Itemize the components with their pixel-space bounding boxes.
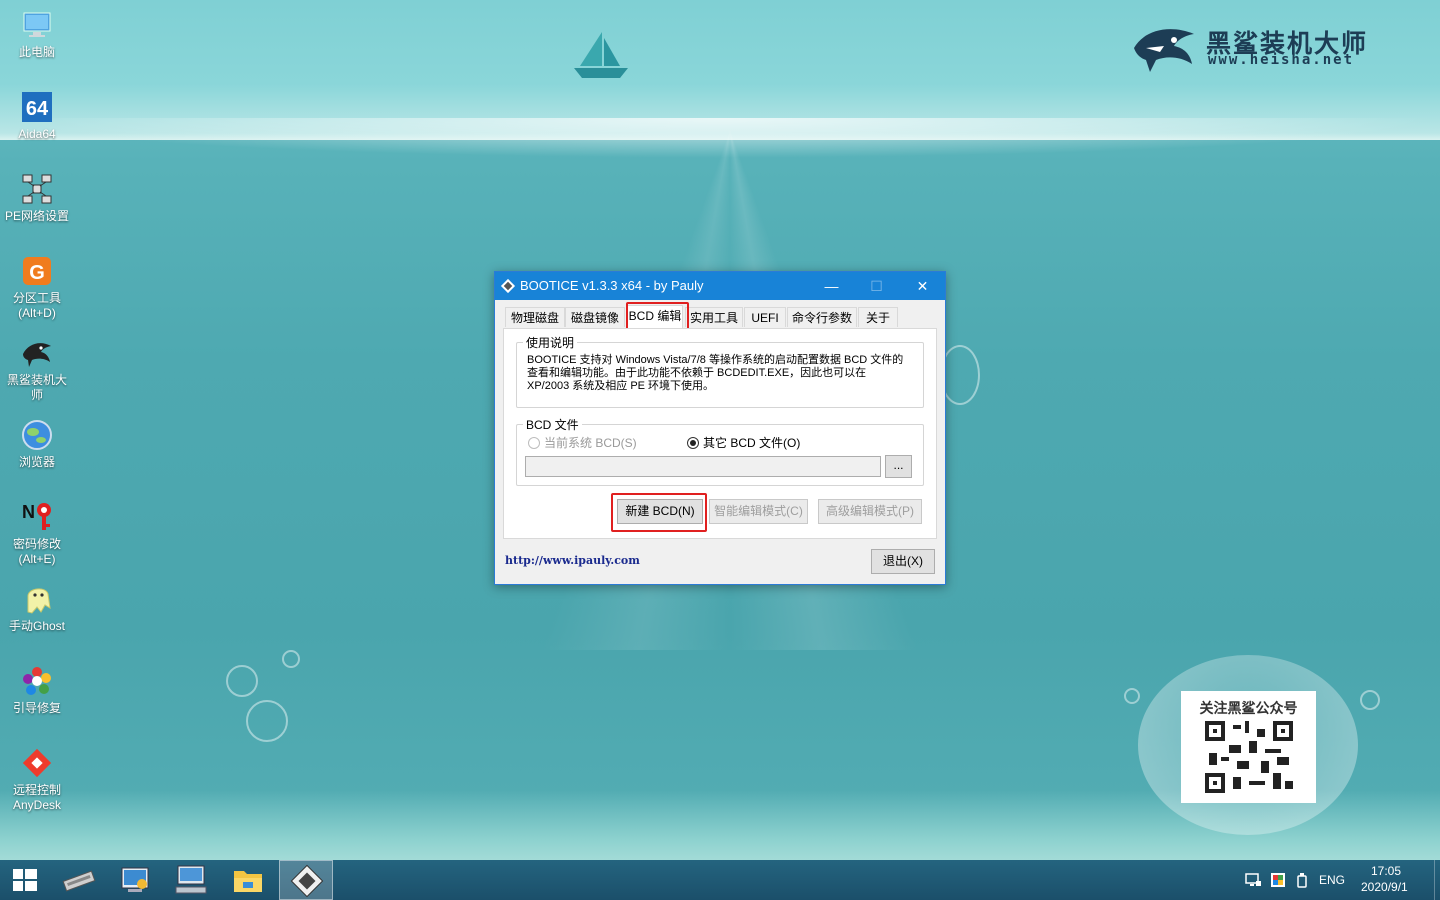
bubble-decoration (246, 700, 288, 742)
taskbar: ENG 17:05 2020/9/1 (0, 860, 1440, 900)
new-bcd-highlight-box (611, 493, 707, 532)
browser-icon (20, 418, 54, 452)
bcd-file-group: BCD 文件 当前系统 BCD(S) 其它 BCD 文件(O) ... (516, 416, 924, 486)
desktop-icon-label: 黑鲨装机大 师 (6, 373, 67, 402)
anydesk-icon (20, 746, 54, 780)
start-button[interactable] (0, 860, 54, 900)
desktop-icon-label: 分区工具 (Alt+D) (12, 291, 61, 320)
desktop-icon-this-pc[interactable]: 此电脑 (0, 8, 74, 60)
desktop-icon-pe-network[interactable]: PE网络设置 (0, 172, 74, 224)
minimize-button[interactable]: — (809, 272, 854, 300)
radio-label: 其它 BCD 文件(O) (703, 436, 801, 450)
bcd-file-path-input[interactable] (525, 456, 881, 477)
language-indicator[interactable]: ENG (1319, 873, 1345, 887)
usage-group-title: 使用说明 (523, 334, 578, 351)
clock-time[interactable]: 17:05 (1371, 864, 1401, 878)
smart-edit-mode-button[interactable]: 智能编辑模式(C) (709, 499, 808, 524)
desktop-icon-heisha[interactable]: 黑鲨装机大 师 (0, 336, 74, 403)
desktop-icon-boot-repair[interactable]: 引导修复 (0, 664, 74, 716)
heisha-logo: 黑鲨装机大师 www.heisha.net (1130, 20, 1400, 80)
file-explorer-icon (234, 871, 262, 892)
desktop-icon-label: 此电脑 (18, 45, 55, 59)
bubble-decoration (282, 650, 300, 668)
desktop-icon-aida64[interactable]: 64 Aida64 (0, 90, 74, 142)
bubble-decoration (1124, 688, 1140, 704)
tab-physical-disk[interactable]: 物理磁盘 (505, 307, 565, 327)
bubble-decoration (1360, 690, 1380, 710)
tab-utilities[interactable]: 实用工具 (685, 307, 743, 327)
browse-button[interactable]: ... (885, 455, 912, 478)
remote-desktop-icon (175, 865, 207, 894)
network-icon (20, 172, 54, 206)
radio-dot (528, 437, 540, 449)
taskbar-remote-desktop[interactable] (164, 860, 218, 900)
qr-code-image (1205, 721, 1293, 793)
desktop-icon-browser[interactable]: 浏览器 (0, 418, 74, 470)
brand-url: www.heisha.net (1208, 52, 1355, 68)
taskbar-control-panel[interactable] (108, 860, 162, 900)
bcd-edit-panel: 使用说明 BOOTICE 支持对 Windows Vista/7/8 等操作系统… (503, 328, 937, 539)
desktop-icon-label: PE网络设置 (4, 209, 69, 223)
desktop-icon-label: 浏览器 (18, 455, 55, 469)
desktop-icon-label: 手动Ghost (8, 619, 66, 633)
tab-about[interactable]: 关于 (858, 307, 898, 327)
desktop-icon-label: Aida64 (18, 127, 56, 141)
exit-button[interactable]: 退出(X) (871, 549, 935, 574)
usage-group: 使用说明 BOOTICE 支持对 Windows Vista/7/8 等操作系统… (516, 334, 924, 408)
svg-text:64: 64 (26, 98, 49, 120)
desktop-icon-label: 引导修复 (12, 701, 61, 715)
svg-text:G: G (29, 262, 45, 284)
bootice-app-icon (500, 278, 516, 294)
bootice-window: BOOTICE v1.3.3 x64 - by Pauly — ☐ ✕ 物理磁盘… (494, 271, 946, 585)
qr-card: 关注黑鲨公众号 (1181, 691, 1316, 803)
bcd-file-group-title: BCD 文件 (523, 416, 582, 433)
show-desktop-button[interactable] (1434, 860, 1440, 900)
boot-repair-icon (20, 664, 54, 698)
tab-uefi[interactable]: UEFI (744, 307, 786, 327)
network-tray-icon[interactable] (1244, 872, 1262, 888)
qr-title: 关注黑鲨公众号 (1199, 700, 1298, 716)
clock-date[interactable]: 2020/9/1 (1361, 880, 1408, 894)
desktop-icon-anydesk[interactable]: 远程控制 AnyDesk (0, 746, 74, 813)
sailboat-icon (574, 32, 628, 78)
aida64-icon: 64 (20, 90, 54, 124)
desktop-icon-password[interactable]: N 密码修改 (Alt+E) (0, 500, 74, 567)
ipauly-link[interactable]: http://www.ipauly.com (505, 554, 640, 567)
tab-command-line[interactable]: 命令行参数 (787, 307, 857, 327)
taskbar-disk-tool[interactable] (52, 860, 106, 900)
partition-tool-icon: G (20, 254, 54, 288)
window-title: BOOTICE v1.3.3 x64 - by Pauly (520, 278, 704, 293)
bootice-icon (290, 864, 324, 898)
control-panel-icon (121, 867, 149, 892)
radio-label: 当前系统 BCD(S) (544, 436, 637, 450)
taskbar-file-explorer[interactable] (221, 860, 275, 900)
close-button[interactable]: ✕ (900, 272, 945, 300)
shark-logo-icon (1134, 29, 1194, 72)
desktop-icon-label: 密码修改 (Alt+E) (12, 537, 61, 566)
advanced-edit-mode-button[interactable]: 高级编辑模式(P) (818, 499, 922, 524)
password-icon: N (20, 500, 54, 534)
ghost-icon (20, 582, 54, 616)
desktop-icon-label: 远程控制 AnyDesk (12, 783, 62, 812)
maximize-button[interactable]: ☐ (854, 272, 899, 300)
desktop-icon-partition-tool[interactable]: G 分区工具 (Alt+D) (0, 254, 74, 321)
usb-tray-icon[interactable] (1296, 872, 1308, 888)
disk-tool-icon (62, 870, 96, 892)
desktop-icon-ghost[interactable]: 手动Ghost (0, 582, 74, 634)
color-tray-icon[interactable] (1270, 872, 1286, 888)
radio-other-bcd-file[interactable]: 其它 BCD 文件(O) (687, 435, 800, 451)
heisha-icon (20, 336, 54, 370)
taskbar-bootice[interactable] (279, 860, 333, 900)
radio-current-system-bcd[interactable]: 当前系统 BCD(S) (528, 435, 637, 451)
svg-text:N: N (22, 502, 35, 522)
usage-description: BOOTICE 支持对 Windows Vista/7/8 等操作系统的启动配置… (527, 354, 904, 392)
bubble-decoration (940, 345, 980, 405)
radio-dot (687, 437, 699, 449)
bubble-decoration (226, 665, 258, 697)
windows-start-icon (13, 869, 37, 891)
computer-icon (20, 8, 54, 42)
window-titlebar[interactable]: BOOTICE v1.3.3 x64 - by Pauly — ☐ ✕ (495, 272, 945, 300)
tab-disk-image[interactable]: 磁盘镜像 (565, 307, 625, 327)
